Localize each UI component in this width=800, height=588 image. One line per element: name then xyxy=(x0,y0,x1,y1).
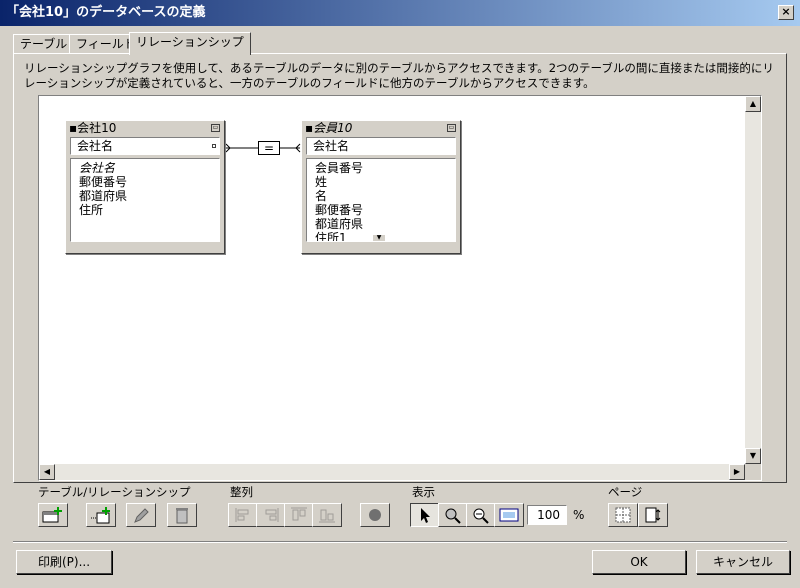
scroll-up-icon[interactable]: ▲ xyxy=(745,96,761,112)
add-relationship-icon xyxy=(91,507,110,524)
table-header: ▪会員10 ▭ xyxy=(305,121,456,135)
field-item: 都道府県 xyxy=(315,217,364,231)
field-item: 名 xyxy=(315,189,328,203)
table-occurrence-company[interactable]: ▪会社10 ▭ 会社名 会社名 郵便番号 都道府県 住所 xyxy=(65,120,225,254)
collapse-icon[interactable]: ▭ xyxy=(211,124,220,132)
align-bottom-icon xyxy=(319,509,335,523)
scroll-down-icon[interactable]: ▼ xyxy=(373,235,385,241)
align-right-button[interactable] xyxy=(256,503,286,527)
field-item: 住所 xyxy=(79,203,104,217)
pointer-icon xyxy=(421,508,430,523)
color-button[interactable] xyxy=(360,503,390,527)
circle-icon xyxy=(369,509,381,521)
field-item: 郵便番号 xyxy=(79,175,128,189)
group-label-table: テーブル/リレーションシップ xyxy=(38,485,191,499)
vertical-scrollbar[interactable]: ▲ ▼ xyxy=(745,96,761,464)
align-top-button[interactable] xyxy=(284,503,314,527)
tab-relationships[interactable]: リレーションシップ xyxy=(129,32,251,55)
edit-button[interactable] xyxy=(126,503,156,527)
key-field[interactable]: 会社名 xyxy=(70,137,220,155)
title-bar: 「会社10」のデータベースの定義 × xyxy=(0,0,800,26)
add-table-button[interactable] xyxy=(38,503,68,527)
align-top-icon xyxy=(291,507,307,521)
relationship-operator[interactable]: = xyxy=(258,141,280,155)
tab-relationships-label: リレーションシップ xyxy=(136,35,244,49)
table-occurrence-member[interactable]: ▪会員10 ▭ 会社名 会員番号 姓 名 郵便番号 都道府県 住所1 ▼ xyxy=(301,120,461,254)
add-table-icon xyxy=(42,507,62,523)
description-text: リレーションシップグラフを使用して、あるテーブルのデータに別のテーブルからアクセ… xyxy=(24,61,774,90)
scroll-down-icon[interactable]: ▼ xyxy=(745,448,761,464)
tab-fields-label: フィールド xyxy=(76,37,136,51)
page-setup-button[interactable] xyxy=(638,503,668,527)
add-relationship-button[interactable] xyxy=(86,503,116,527)
field-item: 郵便番号 xyxy=(315,203,364,217)
key-field-label: 会社名 xyxy=(77,139,114,153)
table-name: 会員10 xyxy=(313,121,353,135)
tab-tables[interactable]: テーブル xyxy=(13,34,75,54)
trash-icon xyxy=(176,508,188,524)
horizontal-scrollbar[interactable]: ◀ ▶ xyxy=(39,464,745,480)
zoom-level-field[interactable]: 100 xyxy=(527,505,567,525)
key-field-label: 会社名 xyxy=(313,139,350,153)
relationship-graph[interactable]: = ▪会社10 ▭ 会社名 会社名 郵便番号 都道府県 住所 ▪会員10 ▭ 会社名… xyxy=(38,95,762,481)
field-item: 会社名 xyxy=(79,161,116,175)
page-breaks-icon xyxy=(615,507,631,523)
table-header: ▪会社10 ▭ xyxy=(69,121,220,135)
align-bottom-button[interactable] xyxy=(312,503,342,527)
ok-button[interactable]: OK xyxy=(592,550,686,574)
footer-divider xyxy=(13,541,787,543)
pencil-icon xyxy=(134,508,149,523)
tab-tables-label: テーブル xyxy=(20,37,68,51)
zoom-in-button[interactable] xyxy=(438,503,468,527)
zoom-out-icon xyxy=(473,508,489,524)
print-button[interactable]: 印刷(P)... xyxy=(16,550,112,574)
key-field[interactable]: 会社名 xyxy=(306,137,456,155)
window-title: 「会社10」のデータベースの定義 xyxy=(6,5,206,20)
group-label-align: 整列 xyxy=(230,485,253,499)
field-item: 都道府県 xyxy=(79,189,128,203)
align-left-button[interactable] xyxy=(228,503,258,527)
select-tool-button[interactable] xyxy=(410,503,440,527)
zoom-unit: % xyxy=(573,508,585,522)
field-list: 会社名 郵便番号 都道府県 住所 xyxy=(70,158,220,242)
zoom-out-button[interactable] xyxy=(466,503,496,527)
fit-window-icon xyxy=(499,508,519,522)
fit-window-button[interactable] xyxy=(494,503,524,527)
delete-button[interactable] xyxy=(167,503,197,527)
close-button[interactable]: × xyxy=(778,5,794,20)
group-label-page: ページ xyxy=(608,485,643,499)
scroll-right-icon[interactable]: ▶ xyxy=(729,464,745,480)
table-name: 会社10 xyxy=(77,121,117,135)
scroll-left-icon[interactable]: ◀ xyxy=(39,464,55,480)
zoom-in-icon xyxy=(445,508,461,524)
close-icon: × xyxy=(781,5,791,18)
group-label-view: 表示 xyxy=(412,485,435,499)
field-item: 姓 xyxy=(315,175,328,189)
scroll-corner xyxy=(745,464,761,480)
connector-icon xyxy=(212,144,216,148)
page-breaks-button[interactable] xyxy=(608,503,638,527)
align-left-icon xyxy=(235,508,249,522)
cancel-button[interactable]: キャンセル xyxy=(696,550,790,574)
field-item: 会員番号 xyxy=(315,161,364,175)
page-setup-icon xyxy=(645,507,661,523)
align-right-icon xyxy=(265,508,279,522)
collapse-icon[interactable]: ▭ xyxy=(447,124,456,132)
field-list: 会員番号 姓 名 郵便番号 都道府県 住所1 ▼ xyxy=(306,158,456,242)
